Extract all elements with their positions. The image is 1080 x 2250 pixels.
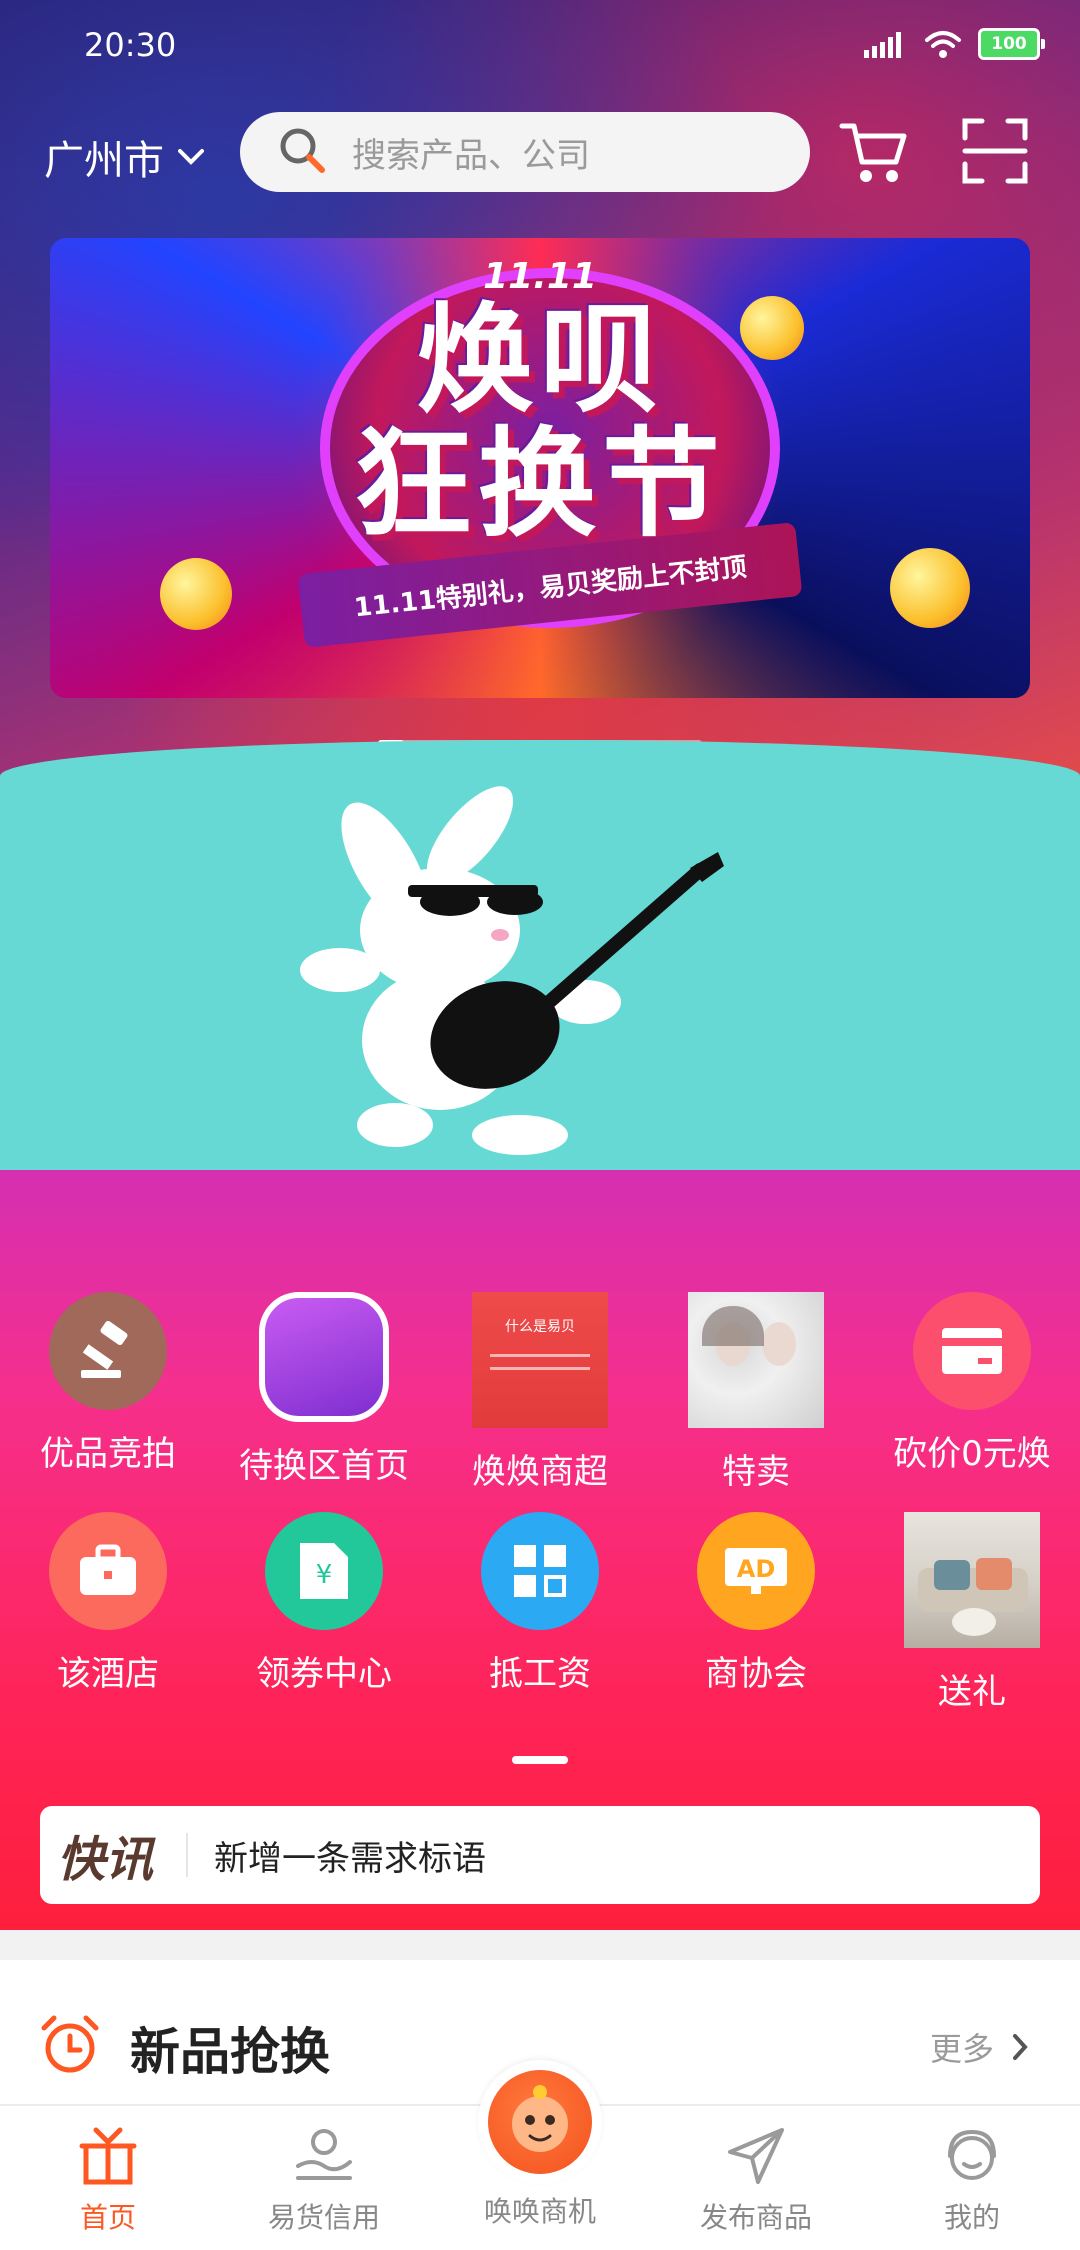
mascot-banner[interactable] bbox=[0, 740, 1080, 1170]
more-label: 更多 bbox=[929, 2030, 994, 2068]
gavel-icon bbox=[49, 1292, 167, 1410]
photo-thumbnail bbox=[688, 1292, 824, 1428]
status-icons: 100 bbox=[864, 28, 1045, 60]
svg-text:AD: AD bbox=[737, 1555, 776, 1583]
thumbnail-image: 什么是易贝 bbox=[472, 1292, 608, 1428]
scan-button[interactable] bbox=[962, 118, 1028, 188]
grid-item-supermarket[interactable]: 什么是易贝 焕焕商超 bbox=[432, 1292, 648, 1493]
card-icon bbox=[913, 1292, 1031, 1410]
svg-text:¥: ¥ bbox=[316, 1560, 333, 1590]
banner-title-line2: 狂换节 bbox=[353, 415, 726, 553]
tab-label: 易货信用 bbox=[267, 2201, 380, 2234]
tab-label: 首页 bbox=[79, 2201, 136, 2234]
chevron-right-icon bbox=[1013, 2034, 1028, 2060]
tab-label: 我的 bbox=[943, 2201, 1000, 2234]
grid-item-coupon[interactable]: ¥ 领券中心 bbox=[216, 1512, 432, 1695]
city-label: 广州市 bbox=[44, 138, 164, 184]
more-link[interactable]: 更多 bbox=[930, 2024, 1028, 2070]
ad-icon: AD bbox=[697, 1512, 815, 1630]
thumbnail-heading: 什么是易贝 bbox=[505, 1319, 575, 1335]
tab-credit[interactable]: 易货信用 bbox=[216, 2126, 432, 2236]
grid-icon bbox=[481, 1512, 599, 1630]
search-input[interactable]: 搜索产品、公司 bbox=[240, 112, 810, 192]
briefcase-icon bbox=[49, 1512, 167, 1630]
grid-item-salary[interactable]: 抵工资 bbox=[432, 1512, 648, 1695]
credit-hand-icon bbox=[296, 2129, 352, 2180]
cart-icon bbox=[839, 123, 907, 182]
grid-item-chamber[interactable]: AD 商协会 bbox=[648, 1512, 864, 1695]
scan-icon bbox=[962, 118, 1028, 184]
banner-title-line1: 焕呗 bbox=[415, 291, 664, 429]
grid-label: 该酒店 bbox=[57, 1654, 159, 1694]
news-divider bbox=[186, 1833, 188, 1877]
grid-item-hotel[interactable]: 该酒店 bbox=[0, 1512, 216, 1695]
monkey-avatar-icon bbox=[488, 2070, 592, 2174]
grid-label: 特卖 bbox=[722, 1452, 790, 1492]
coin-decoration bbox=[890, 548, 970, 628]
grid-pager bbox=[512, 1756, 568, 1764]
search-placeholder: 搜索产品、公司 bbox=[352, 135, 590, 176]
wifi-icon bbox=[925, 31, 961, 58]
center-tab-button[interactable] bbox=[478, 2060, 602, 2184]
send-plane-icon bbox=[728, 2128, 784, 2184]
news-text: 新增一条需求标语 bbox=[214, 1838, 486, 1879]
grid-label: 待换区首页 bbox=[239, 1446, 409, 1486]
grid-item-gift[interactable]: 送礼 bbox=[864, 1512, 1080, 1713]
banner-title: 焕呗 狂换节 bbox=[50, 298, 1030, 546]
battery-level: 100 bbox=[991, 34, 1027, 54]
grid-label: 焕焕商超 bbox=[472, 1452, 608, 1492]
signal-icon bbox=[864, 32, 901, 58]
search-icon bbox=[280, 128, 325, 173]
grid-item-exchange-home[interactable]: 待换区首页 bbox=[216, 1292, 432, 1487]
center-tab-label: 唤唤商机 bbox=[483, 2195, 596, 2228]
news-ticker[interactable]: 快讯 新增一条需求标语 bbox=[40, 1806, 1040, 1904]
alarm-clock-icon bbox=[41, 2015, 99, 2073]
coin-decoration bbox=[160, 558, 232, 630]
grid-pager-active bbox=[512, 1756, 568, 1764]
thumbnail-lines bbox=[490, 1354, 590, 1380]
rabbit-guitar-illustration bbox=[300, 786, 724, 1155]
profile-face-icon bbox=[948, 2129, 996, 2180]
grid-item-bargain[interactable]: 砍价0元焕 bbox=[864, 1292, 1080, 1475]
city-selector[interactable]: 广州市 bbox=[44, 128, 204, 186]
grid-item-auction[interactable]: 优品竞拍 bbox=[0, 1292, 216, 1475]
sofa-photo bbox=[904, 1512, 1040, 1648]
battery-indicator: 100 bbox=[978, 28, 1045, 60]
tab-home[interactable]: 首页 bbox=[0, 2126, 216, 2236]
promo-banner[interactable]: 11.11 焕呗 狂换节 11.11特别礼，易贝奖励上不封顶 bbox=[50, 238, 1030, 698]
grid-label: 砍价0元焕 bbox=[893, 1434, 1051, 1474]
coupon-icon: ¥ bbox=[265, 1512, 383, 1630]
news-logo: 快讯 bbox=[56, 1832, 153, 1888]
chevron-down-icon bbox=[178, 149, 204, 165]
grid-label: 抵工资 bbox=[489, 1654, 591, 1694]
tab-mine[interactable]: 我的 bbox=[864, 2126, 1080, 2236]
section-title: 新品抢换 bbox=[130, 2023, 330, 2081]
cart-button[interactable] bbox=[838, 118, 910, 190]
home-gift-icon bbox=[79, 2127, 137, 2185]
status-time: 20:30 bbox=[84, 26, 177, 64]
grid-label: 优品竞拍 bbox=[40, 1434, 176, 1474]
purple-app-icon bbox=[259, 1292, 389, 1422]
tab-label: 发布商品 bbox=[699, 2201, 812, 2234]
grid-label: 送礼 bbox=[938, 1672, 1006, 1712]
grid-label: 商协会 bbox=[705, 1654, 807, 1694]
grid-item-sale[interactable]: 特卖 bbox=[648, 1292, 864, 1493]
tab-publish[interactable]: 发布商品 bbox=[648, 2126, 864, 2236]
grid-label: 领券中心 bbox=[256, 1654, 392, 1694]
